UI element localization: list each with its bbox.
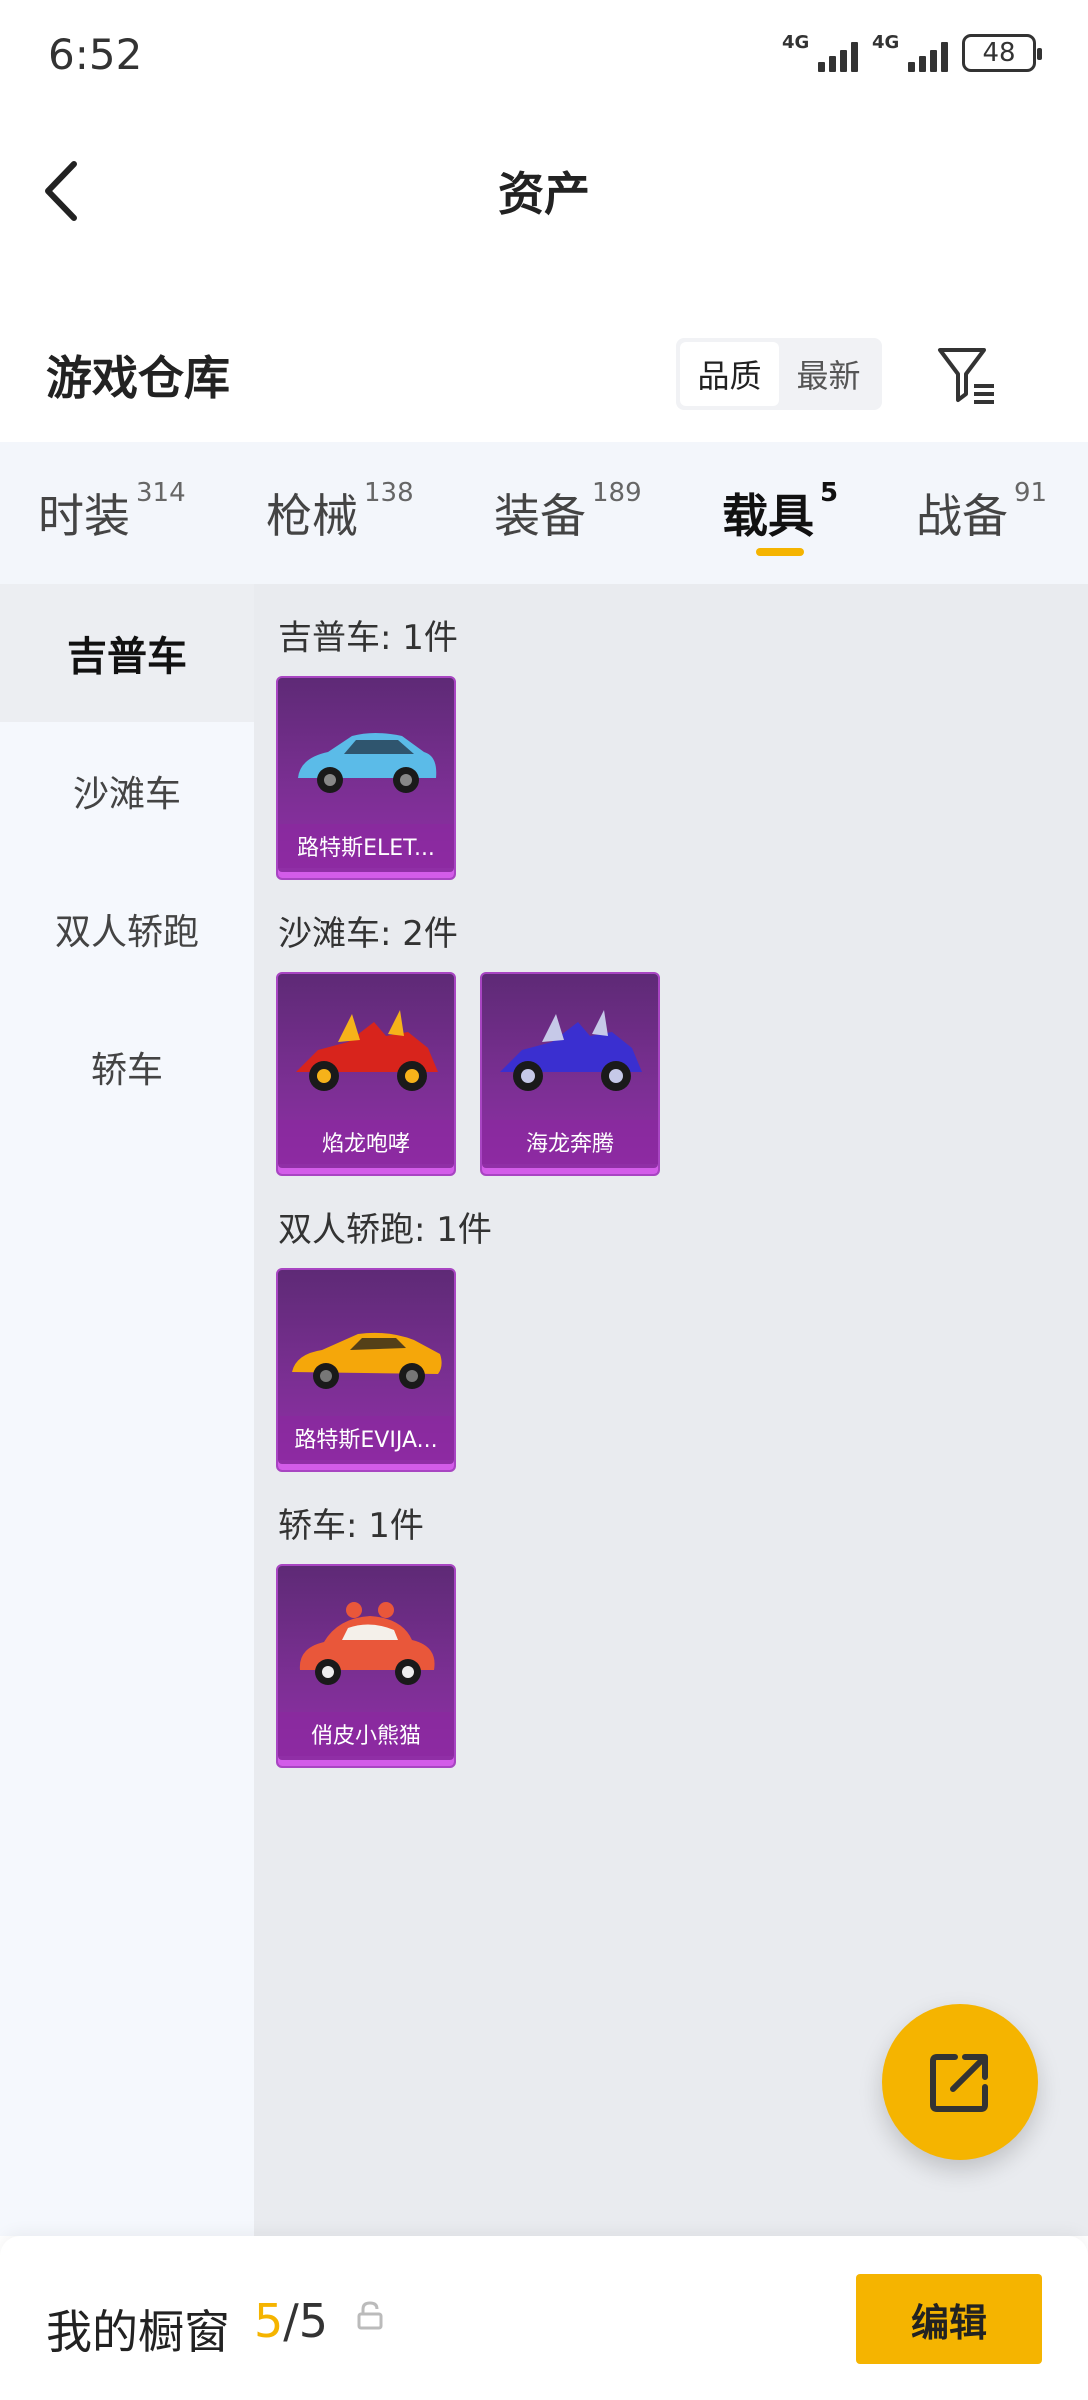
sidebar-item-beach-buggy[interactable]: 沙滩车: [0, 722, 254, 860]
battery-icon: 48: [962, 34, 1042, 72]
vehicle-name: 焰龙咆哮: [278, 1120, 454, 1164]
group-title-coupe: 双人轿跑: 1件: [278, 1210, 492, 1250]
status-time: 6:52: [48, 30, 143, 79]
status-bar: 6:52 4G 4G 48: [0, 0, 1088, 120]
showcase-separator: /: [283, 2294, 299, 2348]
category-tabs: 时装 314 枪械 138 装备 189 载具 5 战备 91: [0, 442, 1088, 584]
group-title-sedan: 轿车: 1件: [278, 1506, 424, 1546]
filter-icon: [938, 348, 994, 404]
signal-icon: 4G: [782, 32, 858, 72]
sort-option-newest[interactable]: 最新: [779, 342, 878, 406]
panda-car-image: [299, 1602, 435, 1685]
tab-label: 载具: [722, 489, 814, 543]
showcase-count: 5/5: [254, 2294, 328, 2348]
signal-icon: 4G: [872, 32, 948, 72]
group-title-jeep: 吉普车: 1件: [278, 618, 458, 658]
vehicle-card[interactable]: 路特斯EVIJA...: [276, 1268, 456, 1472]
sidebar-item-coupe[interactable]: 双人轿跑: [0, 860, 254, 998]
sidebar-item-jeep[interactable]: 吉普车: [0, 584, 254, 722]
sidebar-item-sedan[interactable]: 轿车: [0, 998, 254, 1136]
panda-ear: [378, 1602, 394, 1618]
vehicle-card[interactable]: 路特斯ELET...: [276, 676, 456, 880]
tab-equipment[interactable]: 装备 189: [494, 478, 642, 546]
tab-fashion[interactable]: 时装 314: [38, 478, 186, 546]
network-type-label: 4G: [872, 32, 900, 53]
status-icons: 4G 4G 48: [782, 32, 1042, 72]
tab-weapons[interactable]: 枪械 138: [266, 478, 414, 546]
buggy-car-image: [296, 1010, 438, 1091]
tab-label: 战备: [916, 489, 1008, 543]
tab-label: 装备: [494, 489, 586, 543]
battery-level: 48: [982, 38, 1016, 68]
showcase-total: 5: [298, 2294, 329, 2348]
vehicle-type-sidebar: 吉普车 沙滩车 双人轿跑 轿车: [0, 584, 254, 2236]
tab-vehicles[interactable]: 载具 5: [722, 478, 839, 546]
share-fab-button[interactable]: [882, 2004, 1038, 2160]
vehicle-card[interactable]: 海龙奔腾: [480, 972, 660, 1176]
vehicle-name: 路特斯ELET...: [278, 824, 454, 868]
app-screen: 6:52 4G 4G 48 资产 游戏仓库 品质 最新 时装 314 枪械 13…: [0, 0, 1088, 2400]
tab-count: 5: [820, 478, 839, 508]
network-type-label: 4G: [782, 32, 810, 53]
tab-count: 91: [1014, 478, 1048, 508]
vehicle-card[interactable]: 焰龙咆哮: [276, 972, 456, 1176]
edit-button[interactable]: 编辑: [856, 2274, 1042, 2364]
tab-count: 314: [136, 478, 186, 508]
warehouse-title: 游戏仓库: [46, 351, 230, 405]
navigation-header: 资产: [0, 130, 1088, 250]
vehicle-name: 俏皮小熊猫: [278, 1712, 454, 1756]
tab-count: 138: [364, 478, 414, 508]
vehicle-list: 吉普车: 1件 路特斯ELET... 沙滩车: 2件 焰龙咆哮 海龙奔腾 双人轿…: [254, 584, 1088, 2236]
buggy-car-image: [500, 1010, 642, 1091]
vehicle-name: 海龙奔腾: [482, 1120, 658, 1164]
tab-label: 枪械: [266, 489, 358, 543]
suv-car-image: [298, 733, 437, 793]
page-title: 资产: [498, 167, 590, 221]
sports-car-image: [292, 1332, 442, 1389]
warehouse-header: 游戏仓库 品质 最新: [0, 320, 1088, 440]
sort-toggle: 品质 最新: [676, 338, 882, 410]
filter-button[interactable]: [934, 342, 998, 408]
showcase-current: 5: [254, 2294, 284, 2348]
showcase-label: 我的橱窗: [46, 2305, 230, 2359]
tab-combat-gear[interactable]: 战备 91: [916, 478, 1048, 546]
active-tab-indicator: [756, 548, 804, 556]
group-title-beach-buggy: 沙滩车: 2件: [278, 914, 458, 954]
showcase-bar: 我的橱窗 5/5 编辑: [0, 2236, 1088, 2400]
vehicle-name: 路特斯EVIJA...: [278, 1416, 454, 1460]
vehicle-card[interactable]: 俏皮小熊猫: [276, 1564, 456, 1768]
panda-ear: [346, 1602, 362, 1618]
sort-option-quality[interactable]: 品质: [680, 342, 779, 406]
tab-count: 189: [592, 478, 642, 508]
tab-label: 时装: [38, 489, 130, 543]
share-external-icon: [930, 2054, 988, 2112]
lock-icon: [357, 2301, 383, 2330]
